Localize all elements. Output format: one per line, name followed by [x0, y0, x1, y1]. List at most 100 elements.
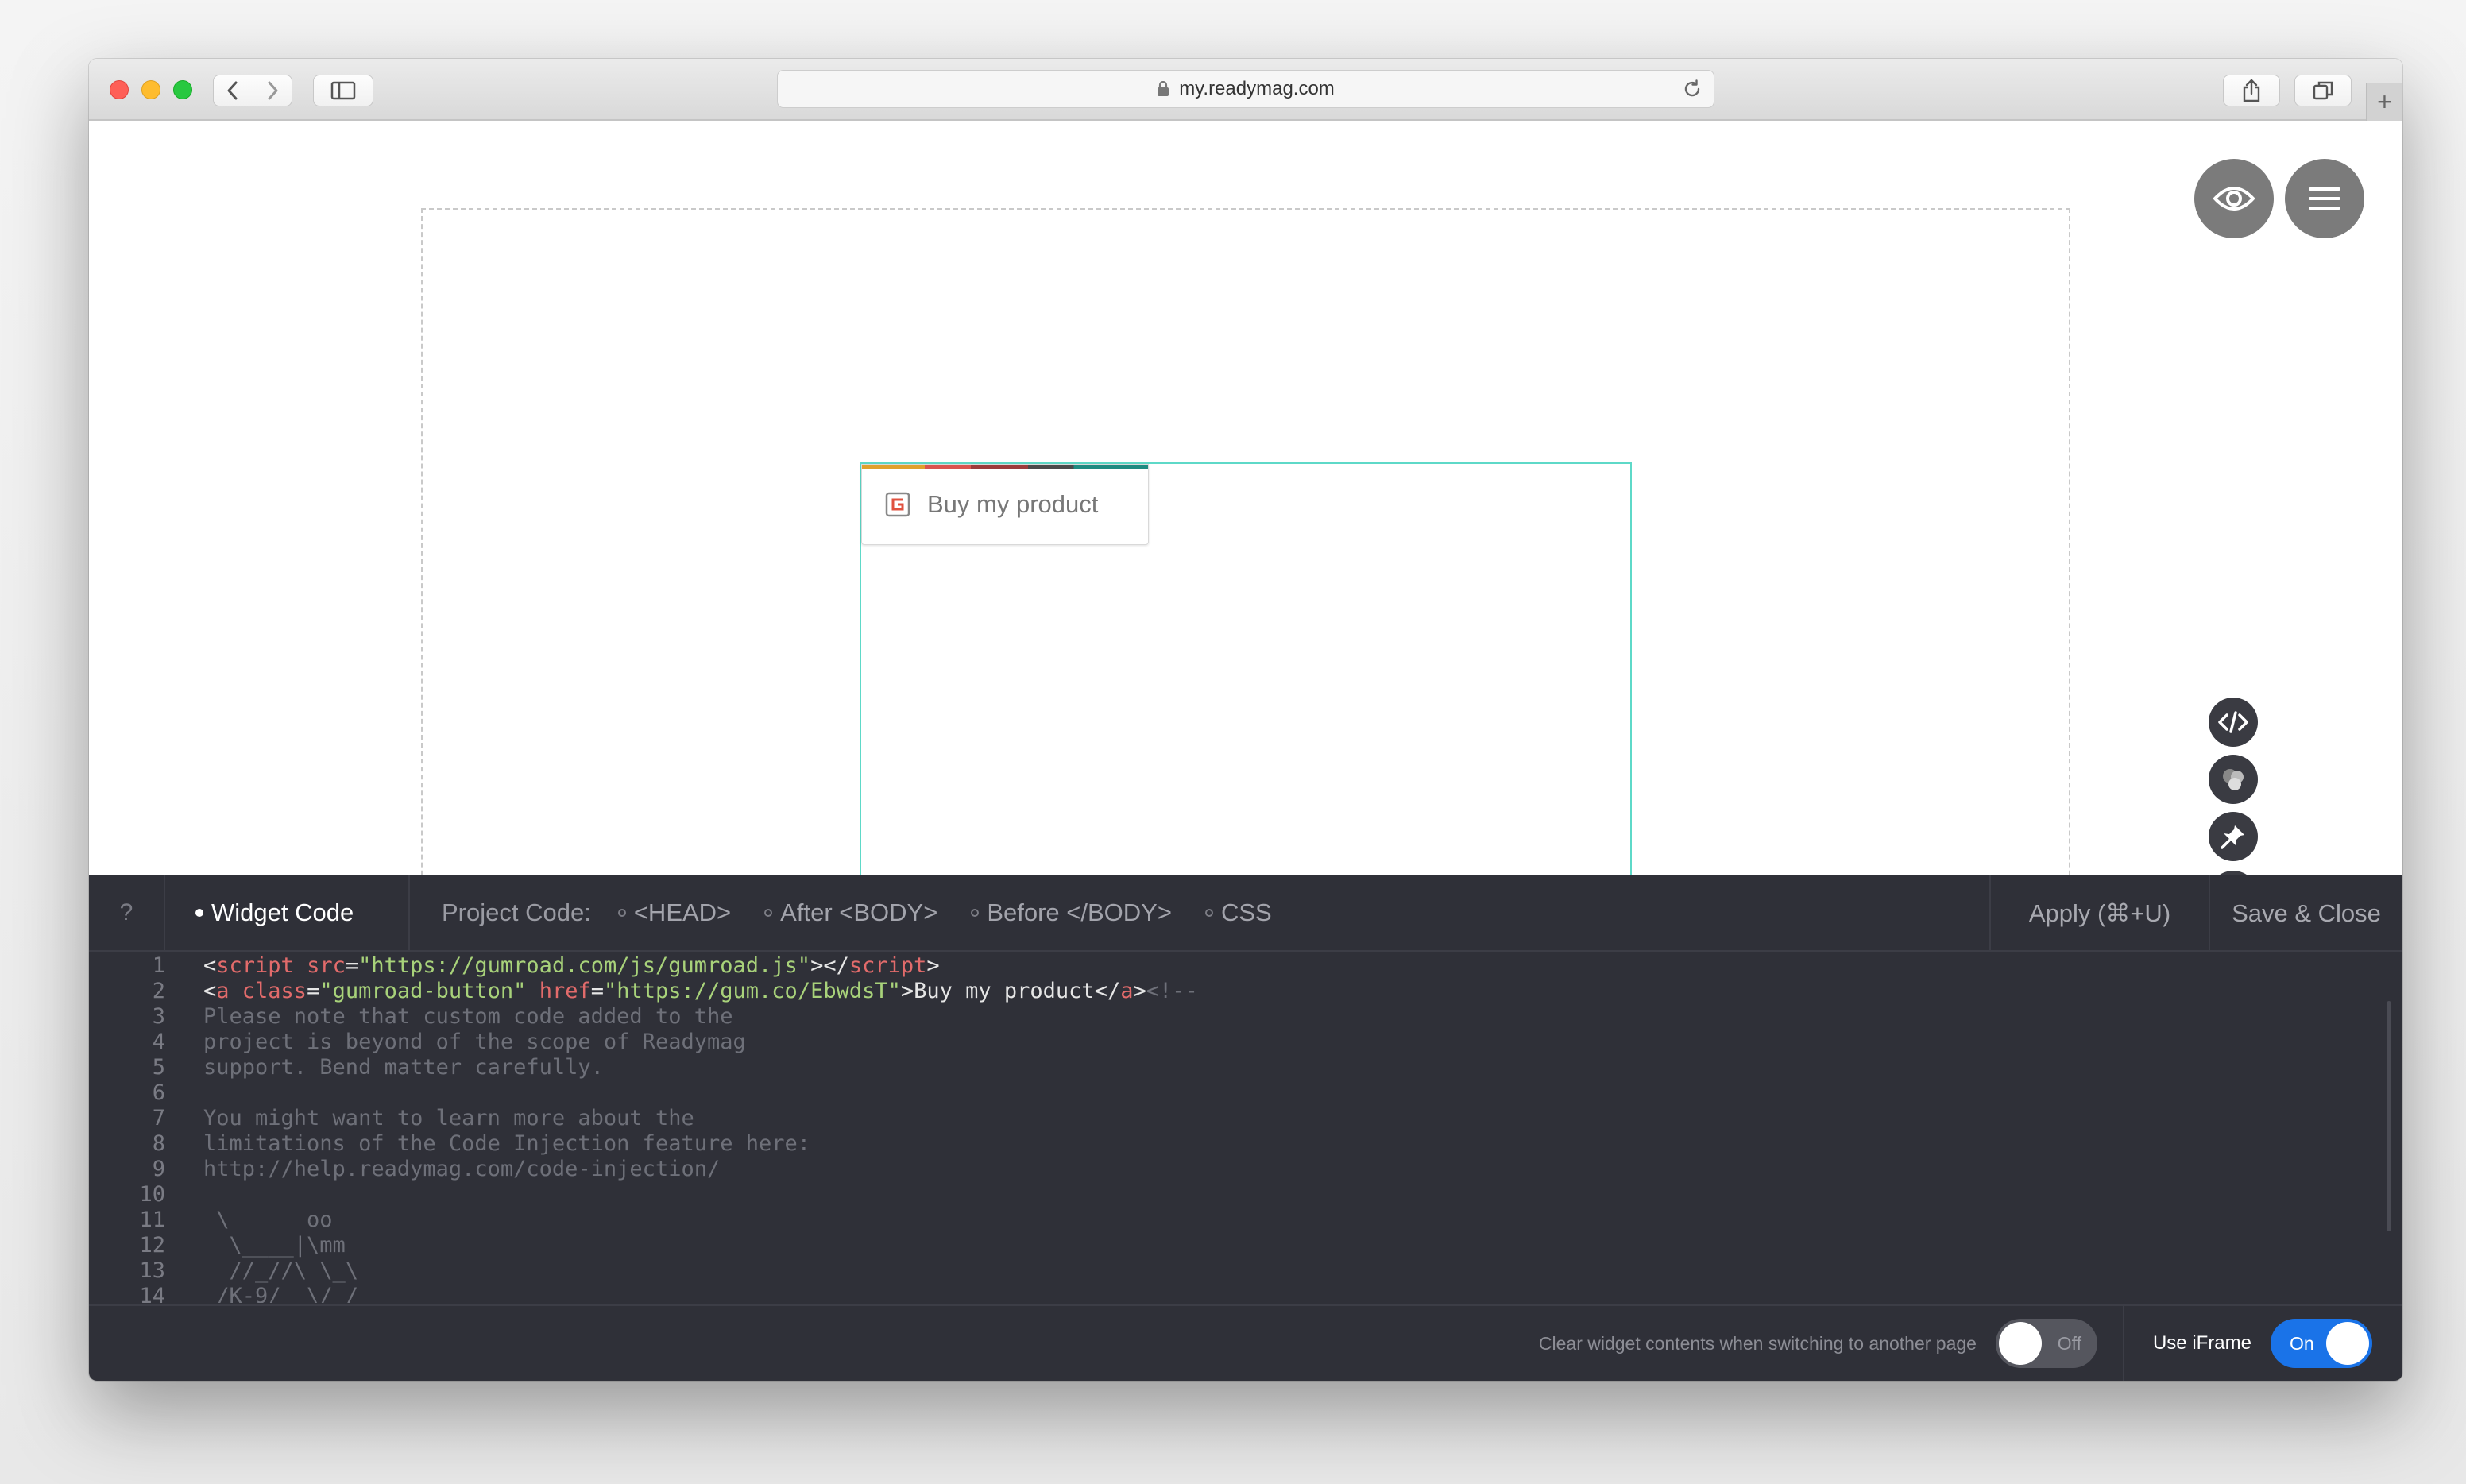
clear-contents-toggle[interactable]: Off — [1995, 1319, 2097, 1368]
share-button[interactable] — [2223, 75, 2280, 106]
inactive-dot — [1204, 909, 1213, 917]
line-number: 3 — [152, 1004, 165, 1029]
code-text: /K-9/ \/_/ — [203, 1284, 359, 1303]
minimize-window-button[interactable] — [141, 80, 160, 99]
line-number: 12 — [139, 1233, 165, 1258]
line-number: 11 — [139, 1208, 165, 1232]
toggle-knob — [1998, 1322, 2042, 1365]
inactive-dot — [617, 909, 626, 917]
code-text: //_//\ \_\ — [203, 1258, 359, 1283]
inactive-dot — [764, 909, 773, 917]
line-number: 2 — [152, 979, 165, 1003]
gumroad-button-label: Buy my product — [927, 490, 1099, 518]
tab-css[interactable]: CSS — [1204, 899, 1272, 927]
line-number: 10 — [139, 1182, 165, 1207]
code-text: <a class="gumroad-button" href="https://… — [203, 979, 1198, 1003]
blend-icon — [2223, 769, 2244, 790]
code-text: Please note that custom code added to th… — [203, 1004, 733, 1029]
line-number: 14 — [139, 1284, 165, 1303]
use-iframe-label: Use iFrame — [2152, 1332, 2251, 1354]
gumroad-color-stripe — [862, 465, 1148, 469]
code-line: 8 limitations of the Code Injection featu… — [89, 1131, 2402, 1157]
sidebar-icon — [330, 81, 356, 100]
toggle-state-label: On — [2290, 1332, 2314, 1354]
tab-widget-code-label: Widget Code — [211, 899, 354, 926]
back-button[interactable] — [214, 75, 253, 106]
chevron-right-icon — [268, 81, 278, 100]
code-line: 3 Please note that custom code added to t… — [89, 1004, 2402, 1030]
inactive-dot — [971, 909, 980, 917]
main-menu-button[interactable] — [2285, 159, 2364, 238]
tab-before-body-end-label: Before </BODY> — [987, 899, 1172, 926]
line-number: 7 — [152, 1106, 165, 1130]
close-window-button[interactable] — [110, 80, 129, 99]
code-text: http://help.readymag.com/code-injection/ — [203, 1157, 721, 1181]
code-text: \____|\mm — [203, 1233, 346, 1258]
tab-after-body[interactable]: After <BODY> — [764, 899, 937, 927]
gumroad-buy-button[interactable]: Buy my product — [861, 464, 1149, 545]
line-number: 1 — [152, 953, 165, 978]
tab-widget-code[interactable]: Widget Code — [165, 875, 410, 951]
project-code-label: Project Code: — [442, 899, 591, 926]
tabs-icon — [2313, 81, 2333, 100]
line-number: 13 — [139, 1258, 165, 1283]
line-number: 9 — [152, 1157, 165, 1181]
lock-icon — [1157, 81, 1169, 97]
code-line: 5 support. Bend matter carefully. — [89, 1055, 2402, 1080]
code-line: 9 http://help.readymag.com/code-injection… — [89, 1157, 2402, 1182]
code-line: 10 — [89, 1182, 2402, 1208]
forward-button[interactable] — [252, 75, 292, 106]
toggle-state-label: Off — [2057, 1332, 2081, 1354]
code-widget-tool[interactable] — [2209, 698, 2258, 747]
code-line: 6 — [89, 1080, 2402, 1106]
pin-tool[interactable] — [2209, 812, 2258, 861]
reload-icon[interactable] — [1682, 79, 1703, 105]
code-line: 13 //_//\ \_\ — [89, 1258, 2402, 1284]
code-icon — [2218, 711, 2248, 733]
code-text: You might want to learn more about the — [203, 1106, 694, 1130]
eye-icon — [2213, 187, 2255, 211]
code-line: 11 \ oo — [89, 1208, 2402, 1233]
code-widget[interactable]: Buy my product — [860, 462, 1632, 939]
new-tab-button[interactable]: + — [2366, 83, 2402, 121]
code-text: support. Bend matter carefully. — [203, 1055, 604, 1080]
code-editor[interactable]: 1 <script src="https://gumroad.com/js/gu… — [89, 953, 2402, 1303]
use-iframe-toggle[interactable]: On — [2271, 1319, 2372, 1368]
editor-actions: Apply (⌘+U) Save & Close — [1989, 875, 2402, 952]
tab-head[interactable]: <HEAD> — [617, 899, 732, 927]
effects-tool[interactable] — [2209, 755, 2258, 804]
share-icon — [2243, 79, 2260, 102]
code-line: 14 /K-9/ \/_/ — [89, 1284, 2402, 1303]
url-text: my.readymag.com — [1179, 78, 1335, 99]
chevron-left-icon — [227, 81, 238, 100]
save-close-button[interactable]: Save & Close — [2209, 875, 2402, 952]
address-bar[interactable]: my.readymag.com — [777, 70, 1714, 108]
pin-icon — [2221, 825, 2244, 849]
code-text: limitations of the Code Injection featur… — [203, 1131, 811, 1156]
navigation-buttons — [213, 75, 292, 106]
hamburger-icon — [2309, 187, 2340, 210]
editor-canvas: Buy my product — [89, 121, 2402, 939]
tab-head-label: <HEAD> — [633, 899, 732, 926]
line-number: 4 — [152, 1030, 165, 1054]
gumroad-logo-icon — [885, 492, 910, 517]
preview-button[interactable] — [2194, 159, 2274, 238]
active-dot — [195, 909, 203, 917]
tab-overview-button[interactable] — [2294, 75, 2352, 106]
code-scrollbar[interactable] — [2387, 1001, 2391, 1231]
tab-before-body-end[interactable]: Before </BODY> — [971, 899, 1172, 927]
zoom-window-button[interactable] — [173, 80, 192, 99]
clear-contents-label: Clear widget contents when switching to … — [1538, 1332, 1977, 1354]
browser-window: my.readymag.com + Buy my product ? Widge… — [89, 59, 2402, 1381]
apply-button[interactable]: Apply (⌘+U) — [1989, 875, 2209, 952]
help-button[interactable]: ? — [89, 875, 165, 951]
title-bar: my.readymag.com + — [89, 59, 2402, 121]
code-text: project is beyond of the scope of Readym… — [203, 1030, 746, 1054]
editor-footer: Clear widget contents when switching to … — [89, 1304, 2402, 1381]
code-line: 12 \____|\mm — [89, 1233, 2402, 1258]
code-text: <script src="https://gumroad.com/js/gumr… — [203, 953, 940, 978]
line-number: 5 — [152, 1055, 165, 1080]
line-number: 6 — [152, 1080, 165, 1105]
line-number: 8 — [152, 1131, 165, 1156]
sidebar-toggle-button[interactable] — [313, 75, 373, 106]
